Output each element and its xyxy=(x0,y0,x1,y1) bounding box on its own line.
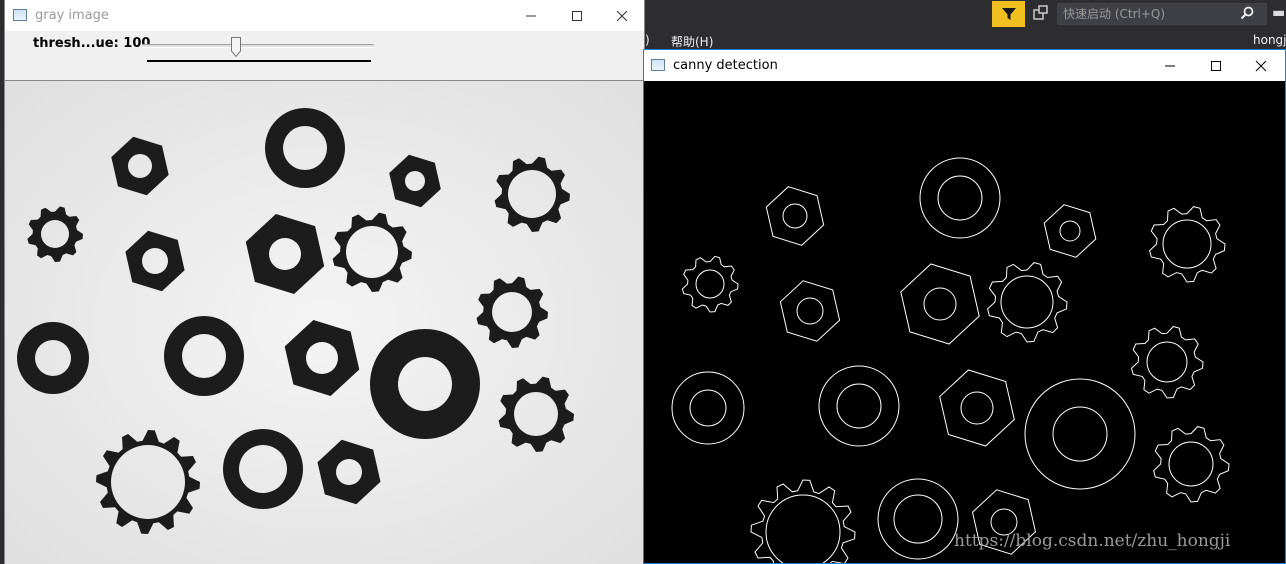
threshold-slider-track[interactable] xyxy=(142,44,374,48)
minimize-icon xyxy=(526,15,536,16)
search-icon[interactable] xyxy=(1240,6,1254,20)
edge-contour xyxy=(818,365,900,447)
edge-contour xyxy=(671,371,745,445)
edge-contour xyxy=(919,157,1001,239)
trackbar-underline xyxy=(147,60,371,62)
app-icon xyxy=(651,59,665,71)
canny-edge-image: https://blog.csdn.net/zhu_hongji xyxy=(644,81,1285,563)
quick-launch-input[interactable]: 快速启动 (Ctrl+Q) xyxy=(1057,3,1267,25)
maximize-button[interactable] xyxy=(1193,50,1239,81)
canny-window-titlebar[interactable]: canny detection xyxy=(644,50,1285,81)
gray-window-titlebar[interactable]: gray image xyxy=(5,0,644,31)
parts-canny xyxy=(671,157,1230,563)
edge-contour xyxy=(1153,426,1230,503)
close-button[interactable] xyxy=(599,0,645,31)
share-icon[interactable] xyxy=(1032,4,1050,24)
filter-button[interactable] xyxy=(992,1,1025,27)
minimize-button[interactable] xyxy=(1147,50,1193,81)
edge-contour xyxy=(779,280,841,342)
maximize-icon xyxy=(1211,60,1221,71)
edge-contour xyxy=(1043,204,1097,258)
edge-contour xyxy=(1024,378,1136,490)
trackbar-label: thresh...ue: 100 xyxy=(33,36,151,51)
gray-image xyxy=(5,81,644,564)
menu-item-fragment[interactable]: ) xyxy=(645,33,650,47)
edge-contour xyxy=(900,263,980,345)
close-button[interactable] xyxy=(1238,50,1284,81)
edge-contour xyxy=(750,479,856,563)
window-title: canny detection xyxy=(673,58,778,73)
app-icon xyxy=(13,9,27,21)
edge-contour xyxy=(939,369,1015,447)
menu-item-help[interactable]: 帮助(H) xyxy=(671,33,713,50)
edge-contour xyxy=(681,255,739,313)
minimize-icon[interactable]: ▬ xyxy=(1272,6,1285,20)
close-icon xyxy=(1255,60,1267,71)
trackbar-panel: thresh...ue: 100 xyxy=(5,31,644,81)
canny-detection-window: canny detection https://blog.csdn.net/zh… xyxy=(643,49,1286,564)
minimize-button[interactable] xyxy=(508,0,554,31)
filter-icon xyxy=(1001,8,1016,20)
edge-contour xyxy=(1149,206,1226,283)
edge-contour xyxy=(987,262,1068,343)
user-name: hongj xyxy=(1253,33,1286,47)
window-title: gray image xyxy=(35,8,109,23)
watermark: https://blog.csdn.net/zhu_hongji xyxy=(954,531,1231,551)
maximize-button[interactable] xyxy=(554,0,600,31)
edge-contour xyxy=(877,478,959,560)
edge-contour xyxy=(1130,325,1204,399)
ide-menubar: ) 帮助(H) hongj xyxy=(645,30,1286,50)
maximize-icon xyxy=(572,10,582,21)
edge-contour xyxy=(765,186,825,246)
minimize-icon xyxy=(1165,65,1175,66)
threshold-slider-thumb[interactable] xyxy=(231,37,241,57)
gray-image-window: gray image thresh...ue: 100 xyxy=(4,0,645,564)
close-icon xyxy=(616,10,628,21)
